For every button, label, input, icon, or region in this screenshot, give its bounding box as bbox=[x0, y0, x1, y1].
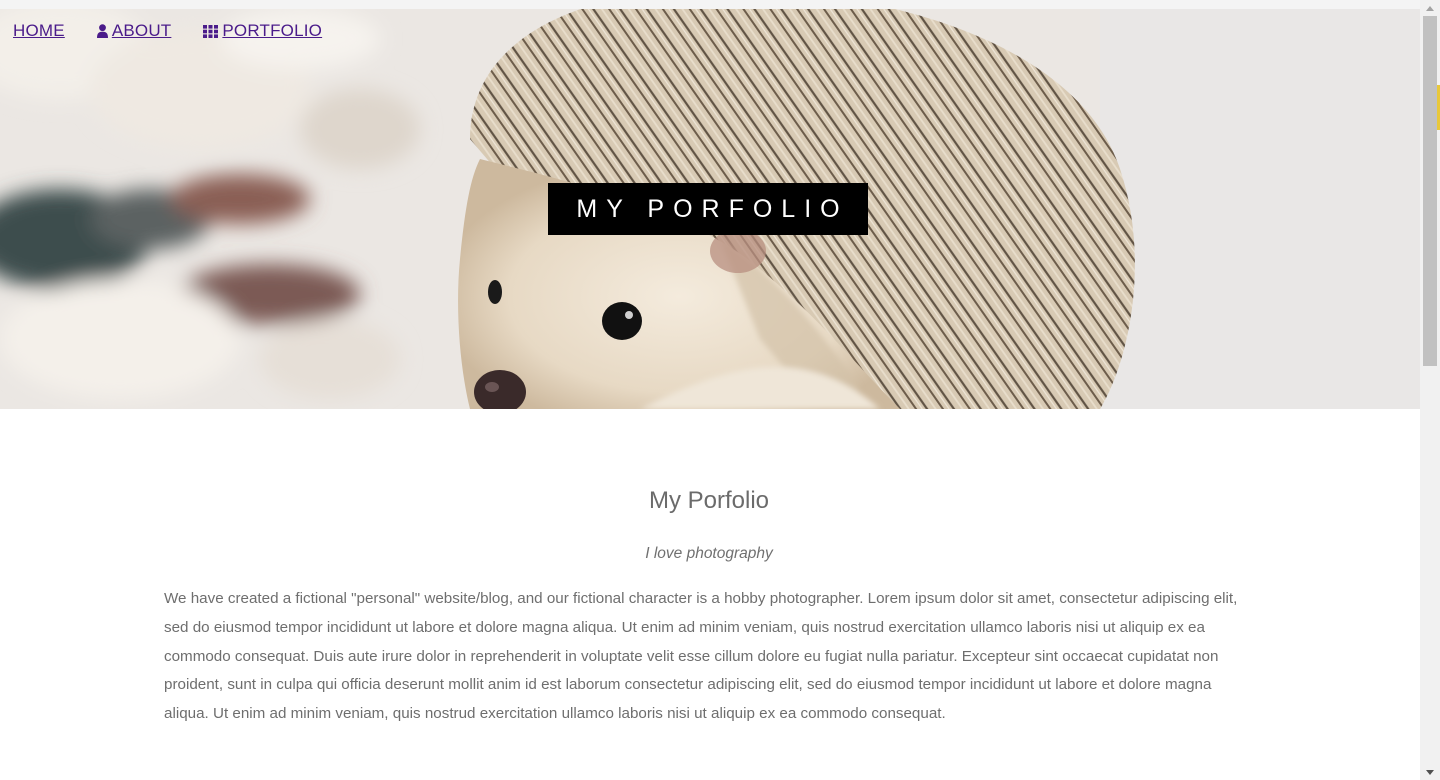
hero-title: MY PORFOLIO bbox=[548, 183, 868, 235]
main-nav: HOME ABOUT PORTFOLIO bbox=[13, 21, 322, 41]
scroll-up-arrow-icon[interactable] bbox=[1420, 0, 1440, 16]
body-paragraph: We have created a fictional "personal" w… bbox=[164, 590, 1238, 723]
grid-icon bbox=[203, 24, 219, 38]
nav-portfolio-label: PORTFOLIO bbox=[222, 21, 323, 40]
vertical-scrollbar[interactable] bbox=[1420, 0, 1440, 780]
page-heading: My Porfolio bbox=[648, 487, 770, 514]
nav-about-label: ABOUT bbox=[111, 21, 172, 40]
user-icon bbox=[96, 24, 108, 38]
main-content: My Porfolio I love photography We have c… bbox=[164, 487, 1254, 729]
nav-home-label: HOME bbox=[13, 21, 65, 40]
page-subtitle: I love photography bbox=[645, 545, 773, 562]
page: HOME ABOUT PORTFOLIO MY PORFOLIO My Porf… bbox=[0, 0, 1440, 780]
top-strip bbox=[0, 0, 1420, 9]
nav-home-link[interactable]: HOME bbox=[13, 21, 65, 41]
scrollbar-thumb[interactable] bbox=[1423, 16, 1437, 366]
nav-about-link[interactable]: ABOUT bbox=[96, 21, 172, 41]
nav-portfolio-link[interactable]: PORTFOLIO bbox=[203, 21, 322, 41]
scroll-down-arrow-icon[interactable] bbox=[1420, 764, 1440, 780]
